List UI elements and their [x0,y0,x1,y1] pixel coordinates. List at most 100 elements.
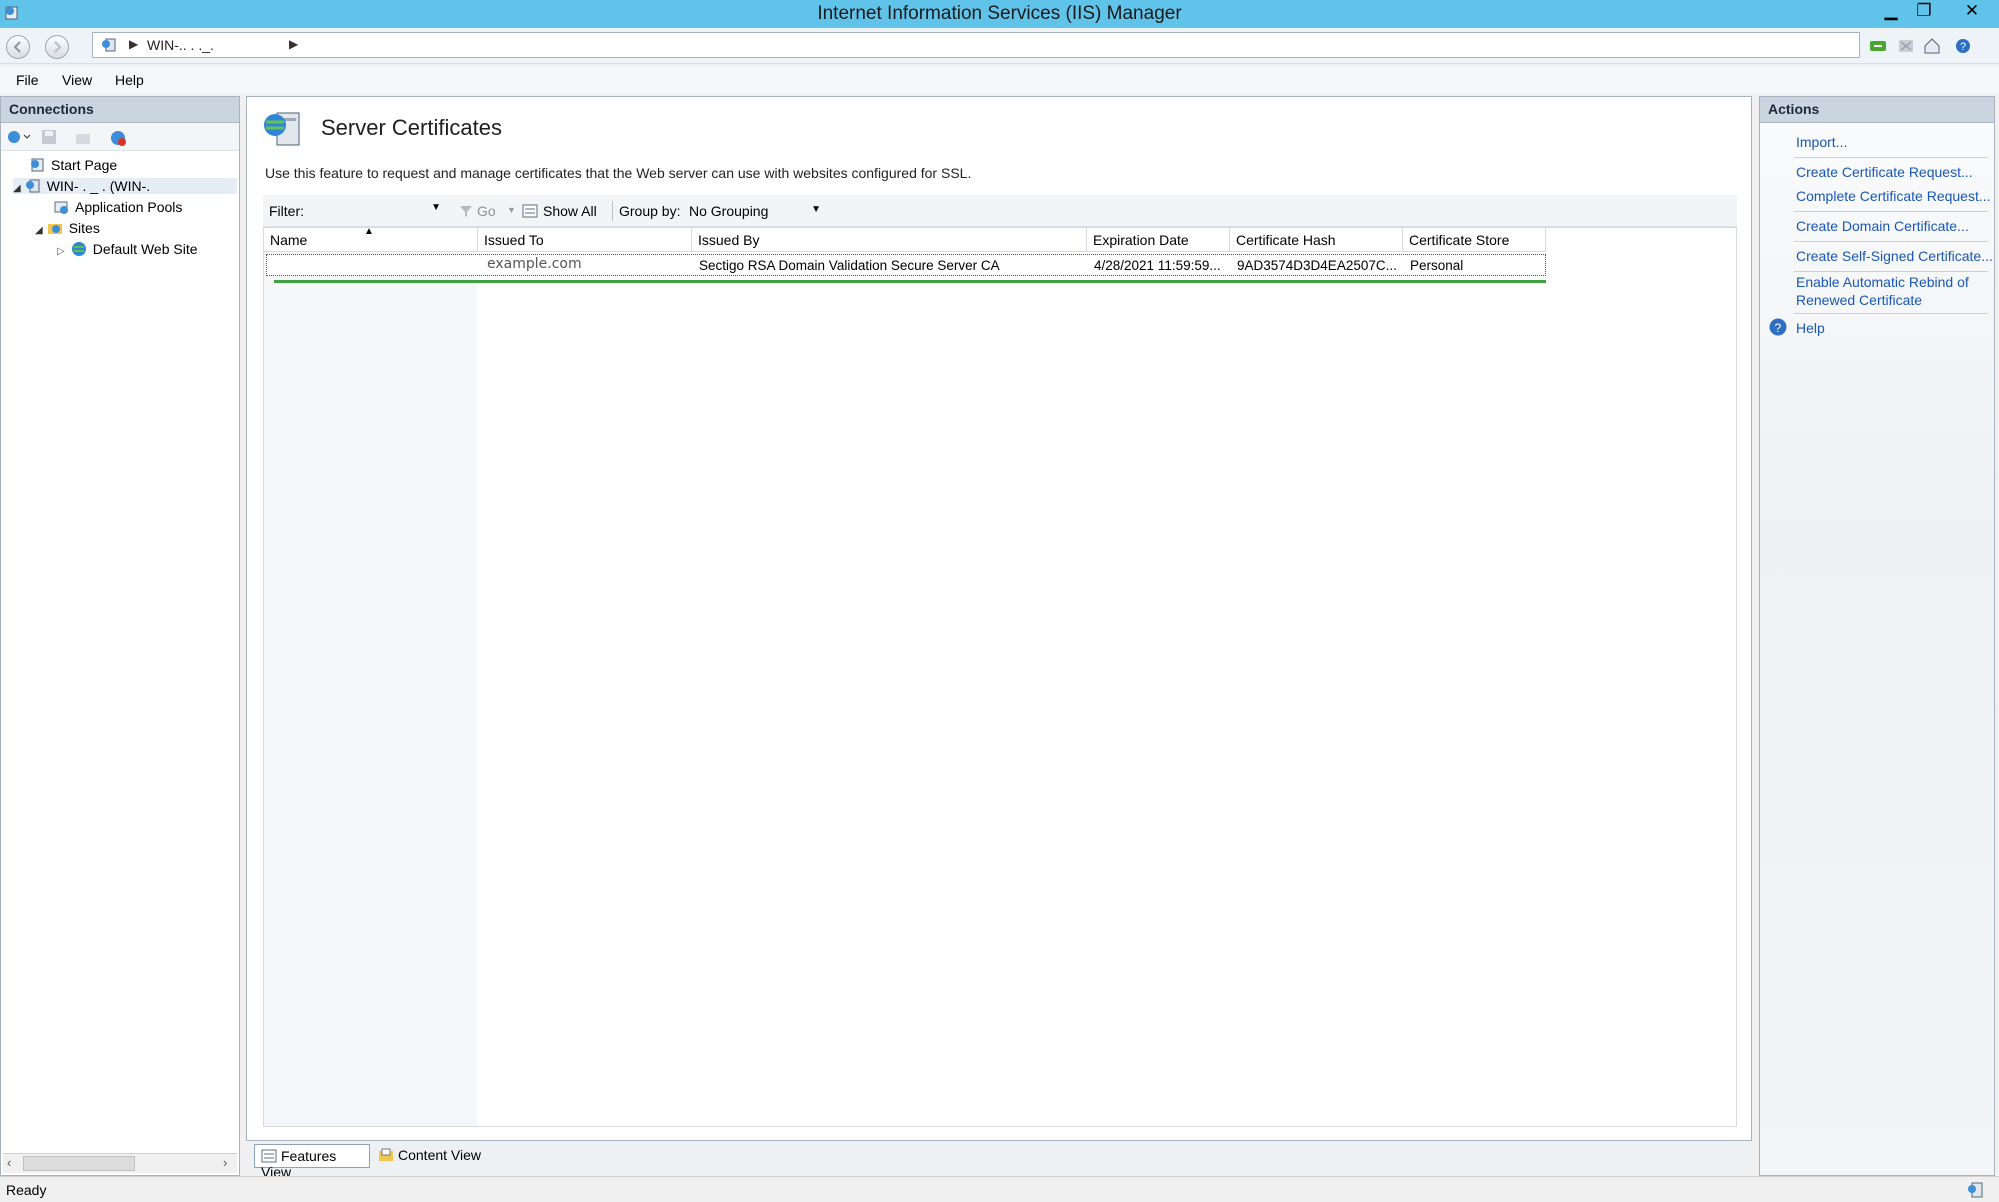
save-icon[interactable] [41,129,57,145]
breadcrumb-separator: ▶ [129,37,139,51]
connect-icon[interactable] [7,129,31,145]
server-icon [102,38,116,52]
menu-bar: File View Help [0,66,1999,94]
delete-connection-icon[interactable] [109,129,127,147]
forward-arrow-icon [54,41,62,53]
tree-item-start-page[interactable]: Start Page [29,157,117,173]
page-description: Use this feature to request and manage c… [265,165,972,181]
action-divider [1794,211,1988,212]
go-dropdown-icon[interactable]: ▼ [507,205,516,215]
server-icon [25,179,40,193]
expand-arrow-icon[interactable]: ▷ [57,246,65,257]
column-header-issued-to[interactable]: Issued To [478,228,692,252]
window-title: Internet Information Services (IIS) Mana… [817,3,1182,24]
cell-issued-by: Sectigo RSA Domain Validation Secure Ser… [699,258,1000,273]
help-link[interactable]: Help [1796,319,1825,337]
application-pools-icon [54,201,68,214]
tab-content-view[interactable]: Content View [372,1144,492,1168]
breadcrumb-separator[interactable]: ▶ [289,37,298,51]
help-dropdown-icon[interactable]: ? [1954,36,1974,56]
certificates-grid: Name ▲ Issued To Issued By Expiration Da… [263,226,1737,1127]
actions-panel: Actions Import... Create Certificate Req… [1759,96,1995,1176]
filter-input[interactable]: ▼ [311,200,443,222]
show-all-icon [522,204,538,218]
horizontal-scrollbar[interactable]: ‹ › [3,1153,237,1173]
name-column-background [264,228,477,1126]
enable-automatic-rebind-link[interactable]: Enable Automatic Rebind of Renewed Certi… [1796,273,1969,309]
status-bar: Ready [0,1176,1999,1202]
server-certificates-icon [264,112,300,146]
group-by-label: Group by: [619,203,681,219]
back-button[interactable] [6,35,30,59]
column-header-certificate-hash[interactable]: Certificate Hash [1230,228,1403,252]
back-arrow-icon [13,41,21,53]
content-view-icon [379,1148,393,1161]
connections-toolbar [1,123,239,151]
menu-file[interactable]: File [16,72,39,88]
svg-text:?: ? [1960,41,1966,53]
filter-dropdown-icon[interactable]: ▼ [431,202,441,213]
menu-help[interactable]: Help [115,72,144,88]
group-by-select[interactable]: No Grouping ▼ [687,200,823,222]
stop-icon[interactable] [1896,36,1916,56]
column-header-issued-by[interactable]: Issued By [692,228,1087,252]
scroll-right-icon[interactable]: › [223,1155,227,1170]
tree-item-default-site[interactable]: ▷ Default Web Site [57,241,198,257]
create-self-signed-certificate-link[interactable]: Create Self-Signed Certificate... [1796,247,1993,265]
funnel-icon [460,206,472,217]
scroll-left-icon[interactable]: ‹ [7,1155,11,1170]
show-all-button[interactable]: Show All [543,203,597,219]
group-by-dropdown-icon[interactable]: ▼ [811,204,821,215]
tree-label-app-pools: Application Pools [75,199,183,215]
refresh-icon[interactable] [1868,36,1888,56]
restore-button[interactable]: ❐ [1908,0,1940,24]
tree-item-app-pools[interactable]: Application Pools [53,199,182,215]
home-icon[interactable] [1922,36,1942,56]
action-divider [1794,241,1988,242]
scrollbar-thumb[interactable] [23,1156,135,1171]
view-tabs: Features View Content View [246,1141,1752,1180]
sites-folder-icon [47,224,62,234]
features-view-icon [261,1149,277,1163]
start-page-icon [31,158,44,172]
svg-text:?: ? [1775,321,1782,335]
create-certificate-request-link[interactable]: Create Certificate Request... [1796,163,1973,181]
filter-label: Filter: [269,203,304,219]
minimize-button[interactable]: ▁ [1875,0,1907,24]
collapse-arrow-icon[interactable]: ◢ [35,225,43,236]
cell-certificate-hash: 9AD3574D3D4EA2507C... [1237,258,1397,273]
connections-panel: Connections Start Page ◢ WIN- . _ . (WIN-… [0,96,240,1176]
action-divider [1794,157,1988,158]
tree-item-server[interactable]: ◢ WIN- . _ . (WIN-. [13,178,237,194]
create-domain-certificate-link[interactable]: Create Domain Certificate... [1796,217,1969,235]
import-link[interactable]: Import... [1796,133,1847,151]
column-header-expiration-date[interactable]: Expiration Date [1087,228,1230,252]
tree-label-server: WIN- . _ . (WIN-. [46,178,151,194]
cell-certificate-store: Personal [1410,258,1464,273]
address-bar[interactable]: ▶ WIN-.. . ._. ▶ [92,32,1860,58]
address-row: ▶ WIN-.. . ._. ▶ ? [0,28,1999,64]
row-highlight-line [274,280,1546,283]
column-header-name[interactable]: Name ▲ [264,226,478,252]
table-row[interactable]: example.com Sectigo RSA Domain Validatio… [266,254,1546,276]
collapse-arrow-icon[interactable]: ◢ [13,183,21,194]
help-icon: ? [1769,318,1787,336]
menu-view[interactable]: View [62,72,92,88]
tree-label-default-site: Default Web Site [92,241,198,257]
title-bar: Internet Information Services (IIS) Mana… [0,0,1999,28]
tree-label-start-page: Start Page [51,157,118,173]
action-divider [1794,271,1988,272]
globe-icon [71,242,86,256]
tab-features-view[interactable]: Features View [254,1144,370,1180]
close-button[interactable]: ✕ [1952,0,1992,24]
go-button[interactable]: Go [477,203,496,219]
tree-item-sites[interactable]: ◢ Sites [35,220,100,236]
breadcrumb-server[interactable]: WIN-.. . ._. [147,37,214,53]
column-header-certificate-store[interactable]: Certificate Store [1403,228,1546,252]
up-level-icon[interactable] [75,129,91,145]
toolbar-divider [612,201,613,221]
page-title: Server Certificates [321,115,502,140]
connections-header: Connections [1,97,239,123]
complete-certificate-request-link[interactable]: Complete Certificate Request... [1796,187,1991,205]
forward-button[interactable] [45,35,69,59]
